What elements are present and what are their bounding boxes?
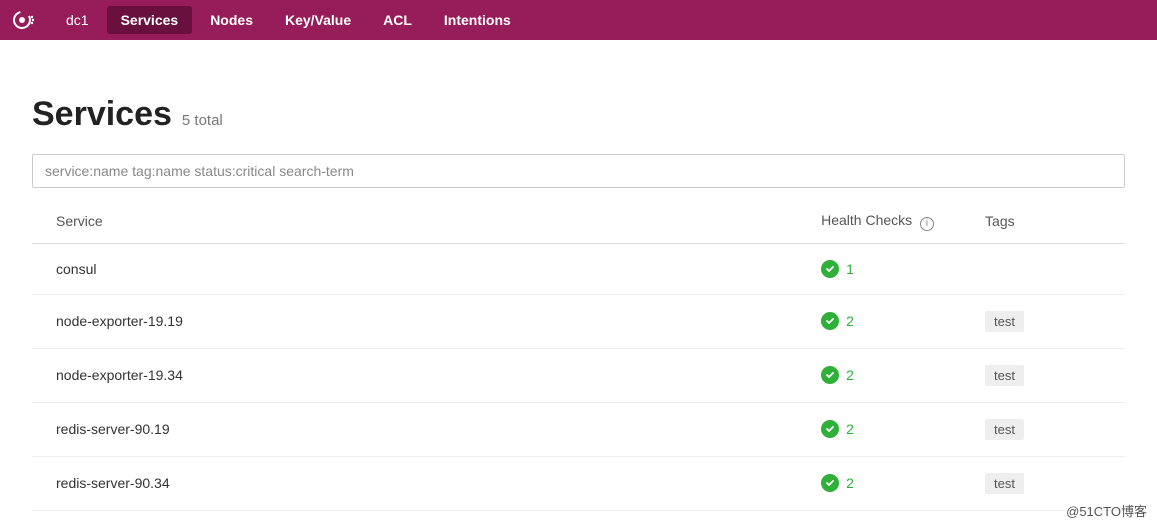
check-circle-icon (821, 420, 839, 438)
col-header-tags[interactable]: Tags (961, 198, 1125, 243)
service-name: node-exporter-19.19 (32, 294, 797, 348)
check-circle-icon (821, 366, 839, 384)
watermark: @51CTO博客 (1066, 501, 1147, 520)
service-name: redis-server-90.19 (32, 402, 797, 456)
datacenter-selector[interactable]: dc1 (52, 6, 103, 34)
col-header-health[interactable]: Health Checks i (797, 198, 961, 243)
tags-cell: test (961, 294, 1125, 348)
search-input[interactable] (32, 154, 1125, 188)
tag-pill[interactable]: test (985, 311, 1024, 332)
service-name: node-exporter-19.34 (32, 348, 797, 402)
page-title: Services (32, 95, 172, 134)
health-count: 2 (846, 367, 854, 383)
health-cell: 2 (797, 348, 961, 402)
tag-pill[interactable]: test (985, 419, 1024, 440)
tags-cell: test (961, 402, 1125, 456)
nav-intentions[interactable]: Intentions (430, 6, 525, 34)
nav-services[interactable]: Services (107, 6, 193, 34)
tags-cell (961, 243, 1125, 294)
table-row[interactable]: node-exporter-19.34 2 test (32, 348, 1125, 402)
health-count: 2 (846, 313, 854, 329)
check-circle-icon (821, 474, 839, 492)
nav-nodes[interactable]: Nodes (196, 6, 267, 34)
info-icon[interactable]: i (920, 217, 934, 231)
col-header-service[interactable]: Service (32, 198, 797, 243)
table-row[interactable]: redis-server-90.19 2 test (32, 402, 1125, 456)
table-row[interactable]: redis-server-90.34 2 test (32, 456, 1125, 510)
tag-pill[interactable]: test (985, 473, 1024, 494)
health-cell: 2 (797, 456, 961, 510)
top-navbar: dc1 Services Nodes Key/Value ACL Intenti… (0, 0, 1157, 40)
health-cell: 2 (797, 294, 961, 348)
health-cell: 1 (797, 243, 961, 294)
tags-cell: test (961, 348, 1125, 402)
check-circle-icon (821, 312, 839, 330)
health-count: 2 (846, 421, 854, 437)
consul-logo-icon (12, 8, 36, 32)
tag-pill[interactable]: test (985, 365, 1024, 386)
services-table: Service Health Checks i Tags consul 1 node… (32, 198, 1125, 511)
nav-acl[interactable]: ACL (369, 6, 426, 34)
table-row[interactable]: node-exporter-19.19 2 test (32, 294, 1125, 348)
table-row[interactable]: consul 1 (32, 243, 1125, 294)
nav-key-value[interactable]: Key/Value (271, 6, 365, 34)
page-header: Services 5 total (32, 95, 1125, 134)
health-cell: 2 (797, 402, 961, 456)
service-count: 5 total (182, 112, 223, 129)
health-count: 2 (846, 475, 854, 491)
health-count: 1 (846, 261, 854, 277)
service-name: consul (32, 243, 797, 294)
service-name: redis-server-90.34 (32, 456, 797, 510)
check-circle-icon (821, 260, 839, 278)
